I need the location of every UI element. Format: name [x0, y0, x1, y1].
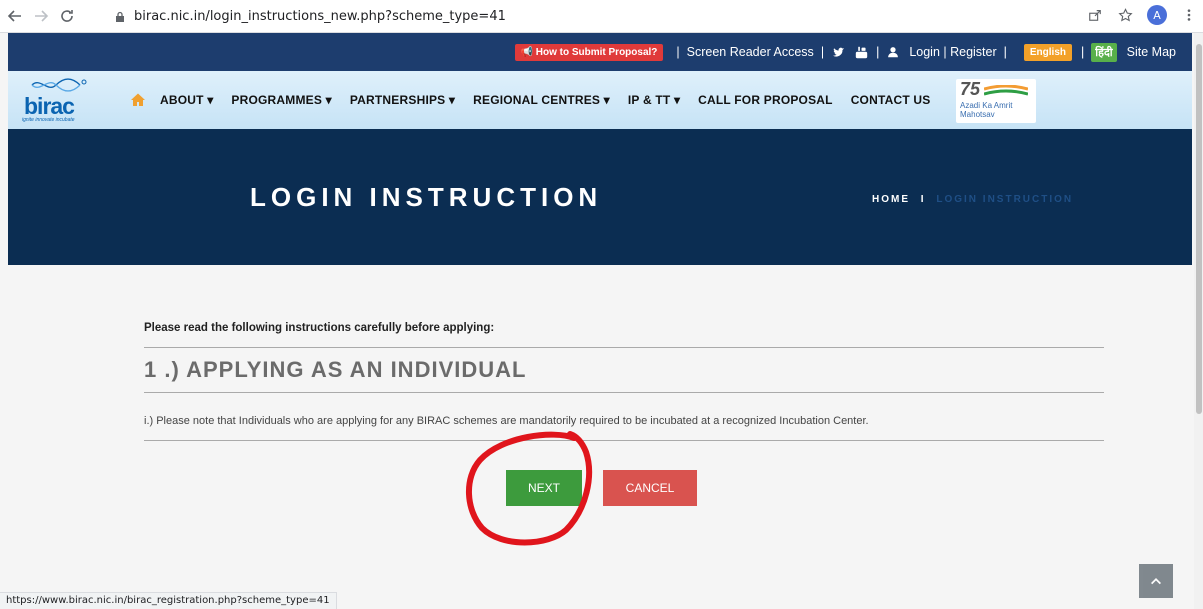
menu-dots-icon[interactable] [1181, 7, 1197, 23]
screen-reader-link[interactable]: Screen Reader Access [687, 45, 814, 59]
megaphone-icon: 📢 [520, 46, 533, 58]
user-icon [887, 46, 900, 59]
menu-programmes[interactable]: PROGRAMMES ▾ [231, 93, 331, 107]
menu-partnerships[interactable]: PARTNERSHIPS ▾ [350, 93, 455, 107]
utility-bar: 📢 How to Submit Proposal? | Screen Reade… [8, 33, 1192, 71]
menu-contact-us[interactable]: CONTACT US [851, 93, 931, 107]
separator: | [676, 45, 680, 59]
divider [144, 347, 1104, 348]
english-button[interactable]: English [1023, 43, 1073, 61]
logo-tagline: ignite innovate incubate [22, 117, 75, 123]
menu-call-for-proposal[interactable]: CALL FOR PROPOSAL [698, 93, 833, 107]
tricolor-flag-icon [984, 85, 1028, 96]
menu-ip-tt[interactable]: IP & TT ▾ [628, 93, 680, 107]
logo-text: birac [24, 93, 75, 119]
back-icon[interactable] [4, 5, 26, 27]
menu-about[interactable]: ABOUT ▾ [160, 93, 213, 107]
login-register-link[interactable]: Login | Register [909, 45, 996, 59]
how-to-submit-button[interactable]: 📢 How to Submit Proposal? [514, 43, 664, 61]
cancel-button[interactable]: CANCEL [603, 470, 697, 506]
twitter-icon[interactable] [832, 46, 845, 59]
page-title: LOGIN INSTRUCTION [250, 182, 603, 212]
intro-text: Please read the following instructions c… [144, 322, 495, 334]
profile-avatar[interactable]: A [1147, 5, 1167, 25]
menu-regional-centres[interactable]: REGIONAL CENTRES ▾ [473, 93, 610, 107]
address-bar[interactable]: birac.nic.in/login_instructions_new.php?… [100, 4, 1100, 29]
divider [144, 440, 1104, 441]
dna-logo-icon [31, 78, 87, 92]
separator: | [876, 45, 880, 59]
separator: | [1081, 45, 1085, 59]
lock-icon [116, 11, 124, 22]
scrollbar-thumb[interactable] [1196, 44, 1202, 414]
reload-icon[interactable] [56, 5, 78, 27]
instructions-content: Please read the following instructions c… [8, 265, 1192, 609]
separator: | [1003, 45, 1007, 59]
page-banner: LOGIN INSTRUCTION HOME I LOGIN INSTRUCTI… [8, 129, 1192, 265]
azadi-amrit-mahotsav-badge[interactable]: 75 Azadi Ka Amrit Mahotsav [956, 79, 1036, 123]
youtube-icon[interactable] [855, 46, 868, 59]
share-icon[interactable] [1087, 7, 1103, 23]
birac-logo[interactable]: birac ignite innovate incubate [18, 77, 98, 123]
forward-icon[interactable] [30, 5, 52, 27]
scroll-to-top-button[interactable] [1139, 564, 1173, 598]
hindi-button[interactable]: हिंदी [1091, 42, 1117, 62]
browser-toolbar: birac.nic.in/login_instructions_new.php?… [0, 0, 1203, 33]
section-heading: 1 .) APPLYING AS AN INDIVIDUAL [144, 357, 527, 382]
breadcrumb-separator: I [920, 194, 926, 205]
status-bar: https://www.birac.nic.in/birac_registrat… [0, 592, 337, 609]
menu-bar: ABOUT ▾ PROGRAMMES ▾ PARTNERSHIPS ▾ REGI… [130, 71, 948, 129]
badge-75: 75 [960, 79, 981, 99]
divider [144, 392, 1104, 393]
url-text: birac.nic.in/login_instructions_new.php?… [134, 9, 506, 24]
main-navigation: birac ignite innovate incubate ABOUT ▾ P… [8, 71, 1192, 129]
how-to-label: How to Submit Proposal? [535, 46, 658, 58]
breadcrumb-current: LOGIN INSTRUCTION [936, 194, 1074, 205]
breadcrumb: HOME I LOGIN INSTRUCTION [872, 194, 1073, 205]
bookmark-star-icon[interactable] [1117, 7, 1133, 23]
chevron-up-icon [1151, 578, 1161, 585]
sitemap-link[interactable]: Site Map [1127, 45, 1176, 59]
badge-text: Azadi Ka Amrit Mahotsav [960, 101, 1013, 119]
breadcrumb-home[interactable]: HOME [872, 194, 910, 205]
next-button[interactable]: NEXT [506, 470, 582, 506]
home-icon[interactable] [130, 92, 146, 108]
instruction-note: i.) Please note that Individuals who are… [144, 415, 869, 427]
separator: | [820, 45, 825, 59]
